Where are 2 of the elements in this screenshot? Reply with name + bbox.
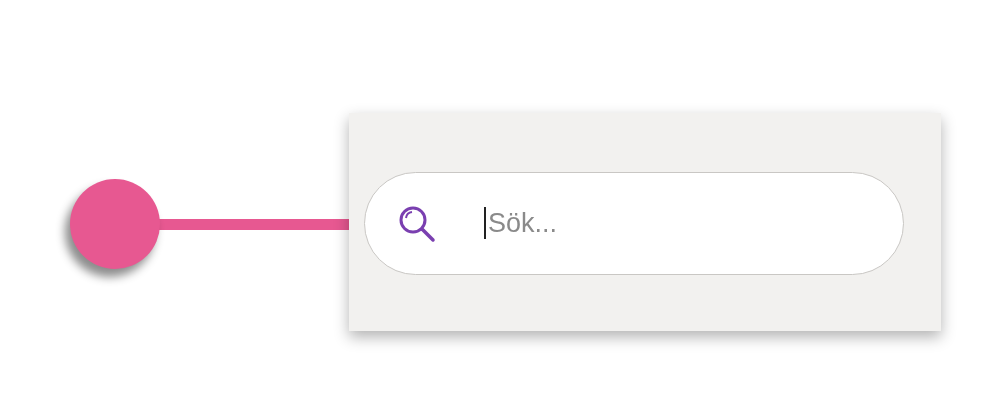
circle-handle[interactable]: [70, 179, 160, 269]
search-field[interactable]: Sök...: [364, 171, 904, 275]
